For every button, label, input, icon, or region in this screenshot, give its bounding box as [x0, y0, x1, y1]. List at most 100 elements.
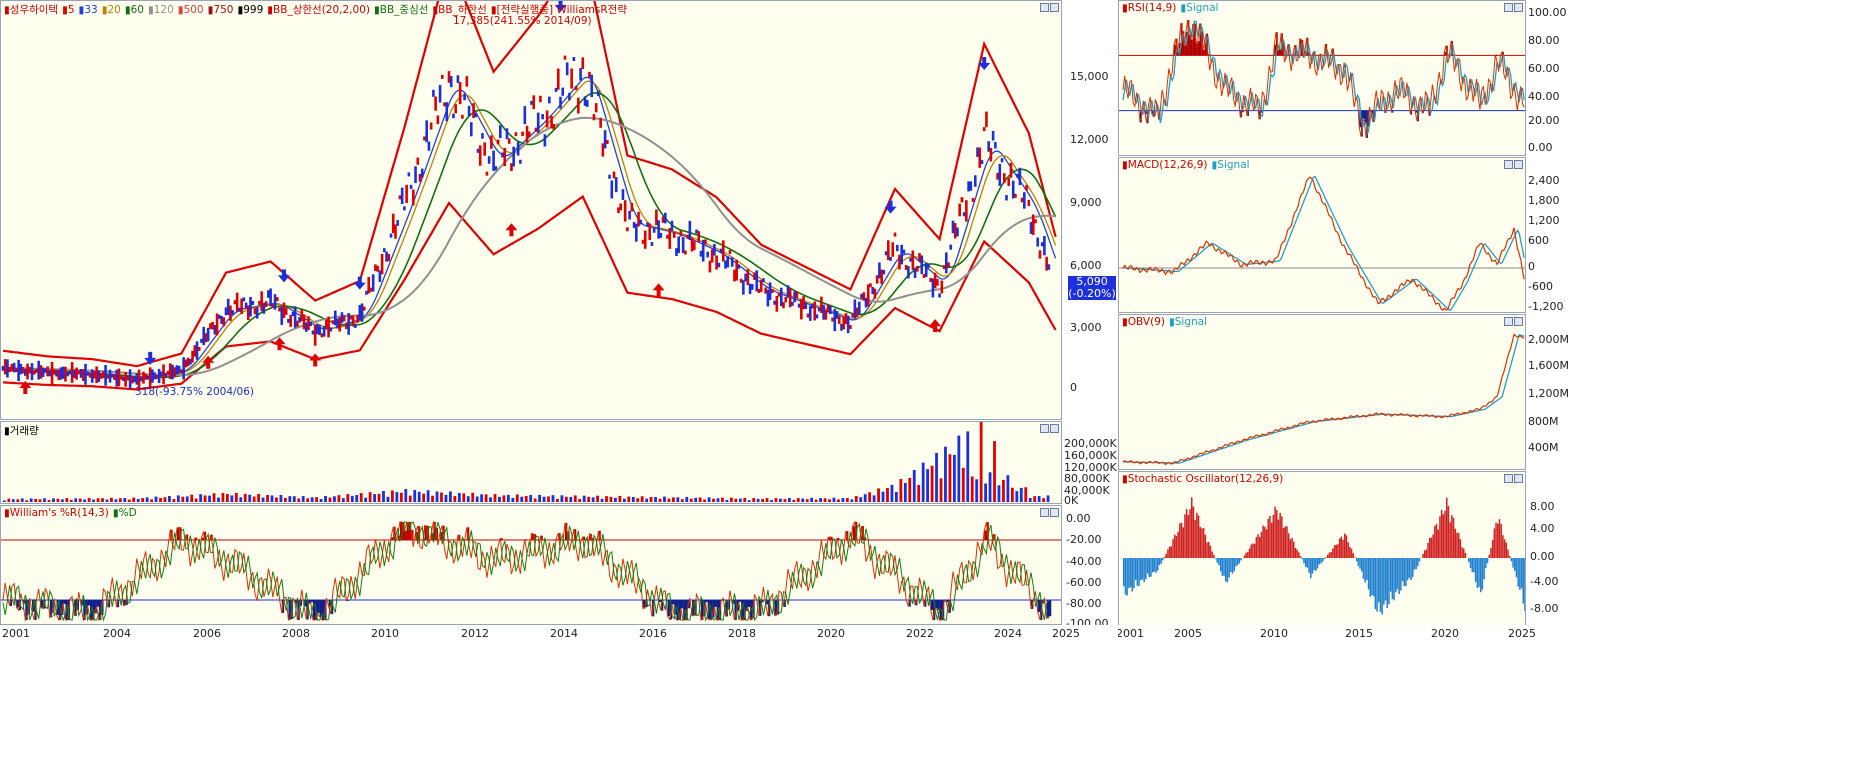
candle [128, 369, 132, 389]
restore-icon[interactable] [1504, 317, 1513, 326]
close-icon[interactable] [1514, 317, 1523, 326]
candle [180, 369, 183, 374]
volume-bar [1019, 487, 1023, 502]
pane-controls[interactable] [1503, 160, 1523, 171]
volume-pane[interactable]: ▮거래량 [0, 421, 1062, 504]
volume-bar [20, 498, 24, 502]
restore-icon[interactable] [1040, 3, 1049, 12]
stochastic-bar [1325, 557, 1327, 558]
obv-pane[interactable]: ▮OBV(9) ▮Signal [1118, 314, 1526, 470]
stochastic-bar [1238, 558, 1241, 564]
candle [347, 313, 350, 335]
pane-controls[interactable] [1503, 317, 1523, 328]
stoch-pane[interactable]: ▮Stochastic Oscillator(12,26,9) [1118, 471, 1526, 627]
candle [262, 302, 266, 314]
restore-icon[interactable] [1504, 3, 1513, 12]
candle [311, 330, 315, 335]
pane-controls[interactable] [1039, 3, 1059, 14]
candle [206, 327, 210, 342]
stochastic-bar [1508, 555, 1511, 558]
buy-arrow-icon [273, 337, 286, 351]
candle [543, 134, 547, 147]
candle [331, 320, 335, 325]
volume-bar [747, 500, 751, 502]
candle [670, 220, 674, 231]
candle [956, 227, 959, 237]
candle [623, 200, 627, 222]
candle [931, 278, 935, 298]
stochastic-bar [1216, 558, 1218, 563]
price-pane[interactable]: ▮성우하이텍 ▮5 ▮33 ▮20 ▮60 ▮120 ▮500 ▮750 ▮999 ▮BB_상한선… [0, 0, 1062, 420]
candle [1036, 237, 1040, 247]
stochastic-bar [1306, 558, 1309, 568]
pane-controls[interactable] [1503, 474, 1523, 485]
close-icon[interactable] [1050, 424, 1059, 433]
candle [637, 211, 640, 227]
stochastic-bar [1473, 558, 1475, 573]
candle [797, 303, 801, 308]
volume-bar [569, 496, 573, 502]
candle [93, 371, 96, 379]
candle [570, 68, 573, 89]
close-icon[interactable] [1050, 3, 1059, 12]
volume-bar [114, 499, 118, 502]
candle [806, 313, 810, 318]
stochastic-bar [1287, 533, 1290, 558]
rsi-pane[interactable]: ▮RSI(14,9) ▮Signal [1118, 0, 1526, 156]
close-icon[interactable] [1050, 508, 1059, 517]
close-icon[interactable] [1514, 3, 1523, 12]
rsi-fill [1196, 43, 1198, 56]
candle [220, 315, 223, 324]
candle [124, 372, 127, 387]
pane-controls[interactable] [1039, 424, 1059, 435]
candle [626, 227, 629, 232]
candle [612, 171, 616, 179]
candle [418, 173, 422, 182]
candle [606, 139, 609, 144]
volume-bar [422, 493, 426, 502]
pane-controls[interactable] [1039, 508, 1059, 519]
stochastic-bar [1480, 558, 1482, 593]
stochastic-bar [1281, 516, 1283, 558]
macd-pane[interactable]: ▮MACD(12,26,9) ▮Signal [1118, 157, 1526, 313]
close-icon[interactable] [1514, 160, 1523, 169]
stochastic-bar [1483, 558, 1485, 580]
x-tick-label: 2018 [728, 627, 756, 640]
candle [1025, 184, 1028, 191]
rsi-fill [1191, 39, 1193, 56]
candle [815, 314, 819, 319]
restore-icon[interactable] [1040, 508, 1049, 517]
x-tick-label: 2001 [1118, 627, 1144, 640]
stochastic-bar [1444, 510, 1446, 558]
volume-bar [292, 496, 296, 502]
pane-controls[interactable] [1503, 3, 1523, 14]
restore-icon[interactable] [1040, 424, 1049, 433]
restore-icon[interactable] [1504, 160, 1513, 169]
candle [362, 306, 366, 311]
stochastic-bar [1364, 558, 1366, 583]
rsi-legend: ▮RSI(14,9) ▮Signal [1122, 2, 1222, 14]
candle [193, 345, 197, 357]
stochastic-bar [1315, 558, 1317, 571]
volume-bar [970, 476, 974, 502]
candle [496, 139, 500, 145]
candle [307, 316, 310, 331]
volume-bar [672, 497, 675, 502]
volume-bar [25, 500, 29, 502]
candle [204, 333, 208, 343]
volume-bar [132, 497, 136, 502]
candle [590, 74, 594, 98]
candle [32, 370, 36, 375]
stochastic-bar [1240, 558, 1242, 561]
candle [552, 123, 556, 130]
candle [960, 197, 964, 203]
candle [119, 375, 123, 380]
candle [686, 234, 689, 239]
williams-pane[interactable]: ▮William's %R(14,3) ▮%D [0, 505, 1062, 625]
volume-bar [538, 494, 541, 502]
candle [933, 272, 937, 289]
candle [73, 370, 76, 378]
close-icon[interactable] [1514, 474, 1523, 483]
rsi-fill [1364, 110, 1367, 123]
restore-icon[interactable] [1504, 474, 1513, 483]
